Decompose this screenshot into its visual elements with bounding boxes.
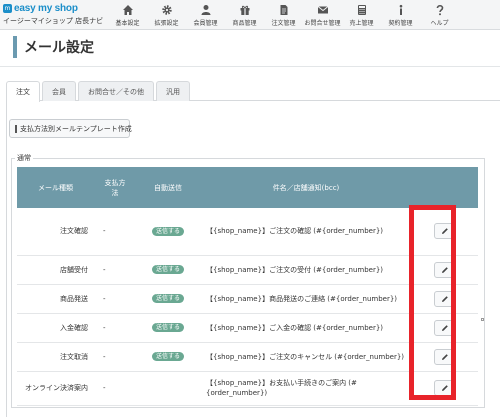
main-nav: 基本設定 拡張設定 会員管理 商品管理 注文管理 お問合せ管理 売上管理 契約管… [108,0,459,30]
nav-item-extended-settings[interactable]: 拡張設定 [147,0,186,30]
subject-cell: 【{shop_name}】商品発送のご連絡 (#{order_number}) [200,284,412,314]
resize-handle[interactable] [481,318,484,321]
document-icon [280,4,287,15]
nav-item-orders[interactable]: 注文管理 [264,0,303,30]
tab-member[interactable]: 会員 [42,81,76,101]
status-badge: 送信する [151,294,184,303]
create-payment-template-button[interactable]: 支払方法別メールテンプレート作成 [9,119,132,138]
top-navigation-bar: m easy my shop イージーマイショップ 店長ナビ 基本設定 拡張設定… [0,0,500,30]
info-icon [399,4,402,15]
gear-icon [161,4,172,15]
title-accent-bar [13,36,17,58]
logo-mark-icon: m [3,3,12,13]
auto-send-cell [136,371,200,406]
mail-type-cell: 入金確認 [17,313,94,343]
mail-tabs: 注文 会員 お問合せ／その他 汎用 [6,81,192,102]
nav-item-label: 売上管理 [349,19,374,27]
nav-item-label: 注文管理 [271,19,296,27]
auto-send-cell: 送信する [136,342,200,372]
payment-method-cell: - [94,313,136,343]
mail-type-cell: 商品発送 [17,284,94,314]
create-payment-template-label: 支払方法別メールテンプレート作成 [20,124,132,133]
auto-send-cell: 送信する [136,255,200,285]
tab-inquiry-other[interactable]: お問合せ／その他 [78,81,154,101]
nav-item-label: 拡張設定 [154,19,179,27]
question-icon [436,4,443,15]
status-badge: 送信する [151,323,184,332]
auto-send-cell: 送信する [136,313,200,343]
page-title: メール設定 [24,40,94,56]
nav-item-label: お問合せ管理 [304,19,341,27]
fieldset-legend: 通常 [15,153,33,163]
table-header-row: メール種類 支払方 法 自動送信 件名／店舗通知(bcc) [17,167,478,208]
nav-item-label: 商品管理 [232,19,257,27]
status-badge: 送信する [151,265,184,274]
status-badge: 送信する [151,226,184,236]
nav-item-label: 基本設定 [115,19,140,27]
tab-generic[interactable]: 汎用 [156,81,190,101]
nav-item-label: 契約管理 [388,19,413,27]
nav-item-basic-settings[interactable]: 基本設定 [108,0,147,30]
payment-method-cell: - [94,208,136,256]
page-title-block: メール設定 [13,36,94,58]
payment-method-cell: - [94,284,136,314]
logo-subtitle: イージーマイショップ 店長ナビ [3,17,104,25]
edit-buttons-highlight [409,205,456,400]
mail-type-cell: 注文取消 [17,342,94,372]
payment-method-cell: - [94,371,136,406]
nav-item-contract[interactable]: 契約管理 [381,0,420,30]
mail-type-cell: 店舗受付 [17,255,94,285]
subject-cell: 【{shop_name}】ご注文の確認 (#{order_number}) [200,208,412,256]
calculator-icon [357,4,366,15]
nav-item-label: 会員管理 [193,19,218,27]
title-divider [0,66,500,67]
column-header-mail-type: メール種類 [17,167,94,208]
logo[interactable]: m easy my shop イージーマイショップ 店長ナビ [3,2,104,28]
envelope-icon [317,5,328,13]
nav-item-sales[interactable]: 売上管理 [342,0,381,30]
nav-item-inquiries[interactable]: お問合せ管理 [303,0,342,30]
logo-brand-text: easy my shop [14,2,78,14]
auto-send-cell: 送信する [136,208,200,256]
nav-item-label: ヘルプ [430,19,449,27]
subject-cell: 【{shop_name}】ご入金の確認 (#{order_number}) [200,313,412,343]
column-header-subject: 件名／店舗通知(bcc) [200,167,412,208]
payment-method-cell: - [94,342,136,372]
mail-type-cell: 注文確認 [17,208,94,256]
nav-item-help[interactable]: ヘルプ [420,0,459,30]
nav-item-members[interactable]: 会員管理 [186,0,225,30]
payment-method-cell: - [94,255,136,285]
tab-order[interactable]: 注文 [6,81,40,102]
column-header-payment-method: 支払方 法 [94,167,136,208]
gift-icon [240,5,249,15]
document-icon [15,124,17,133]
auto-send-cell: 送信する [136,284,200,314]
user-icon [201,4,210,15]
nav-item-products[interactable]: 商品管理 [225,0,264,30]
column-header-auto-send: 自動送信 [136,167,200,208]
subject-cell: 【{shop_name}】お支払い手続きのご案内 (#{order_number… [200,371,412,406]
subject-cell: 【{shop_name}】ご注文の受付 (#{order_number}) [200,255,412,285]
mail-type-cell: オンライン決済案内 [17,371,94,406]
home-icon [122,4,133,15]
status-badge: 送信する [151,352,184,361]
column-header-edit [412,167,478,208]
subject-cell: 【{shop_name}】ご注文のキャンセル (#{order_number}) [200,342,412,372]
